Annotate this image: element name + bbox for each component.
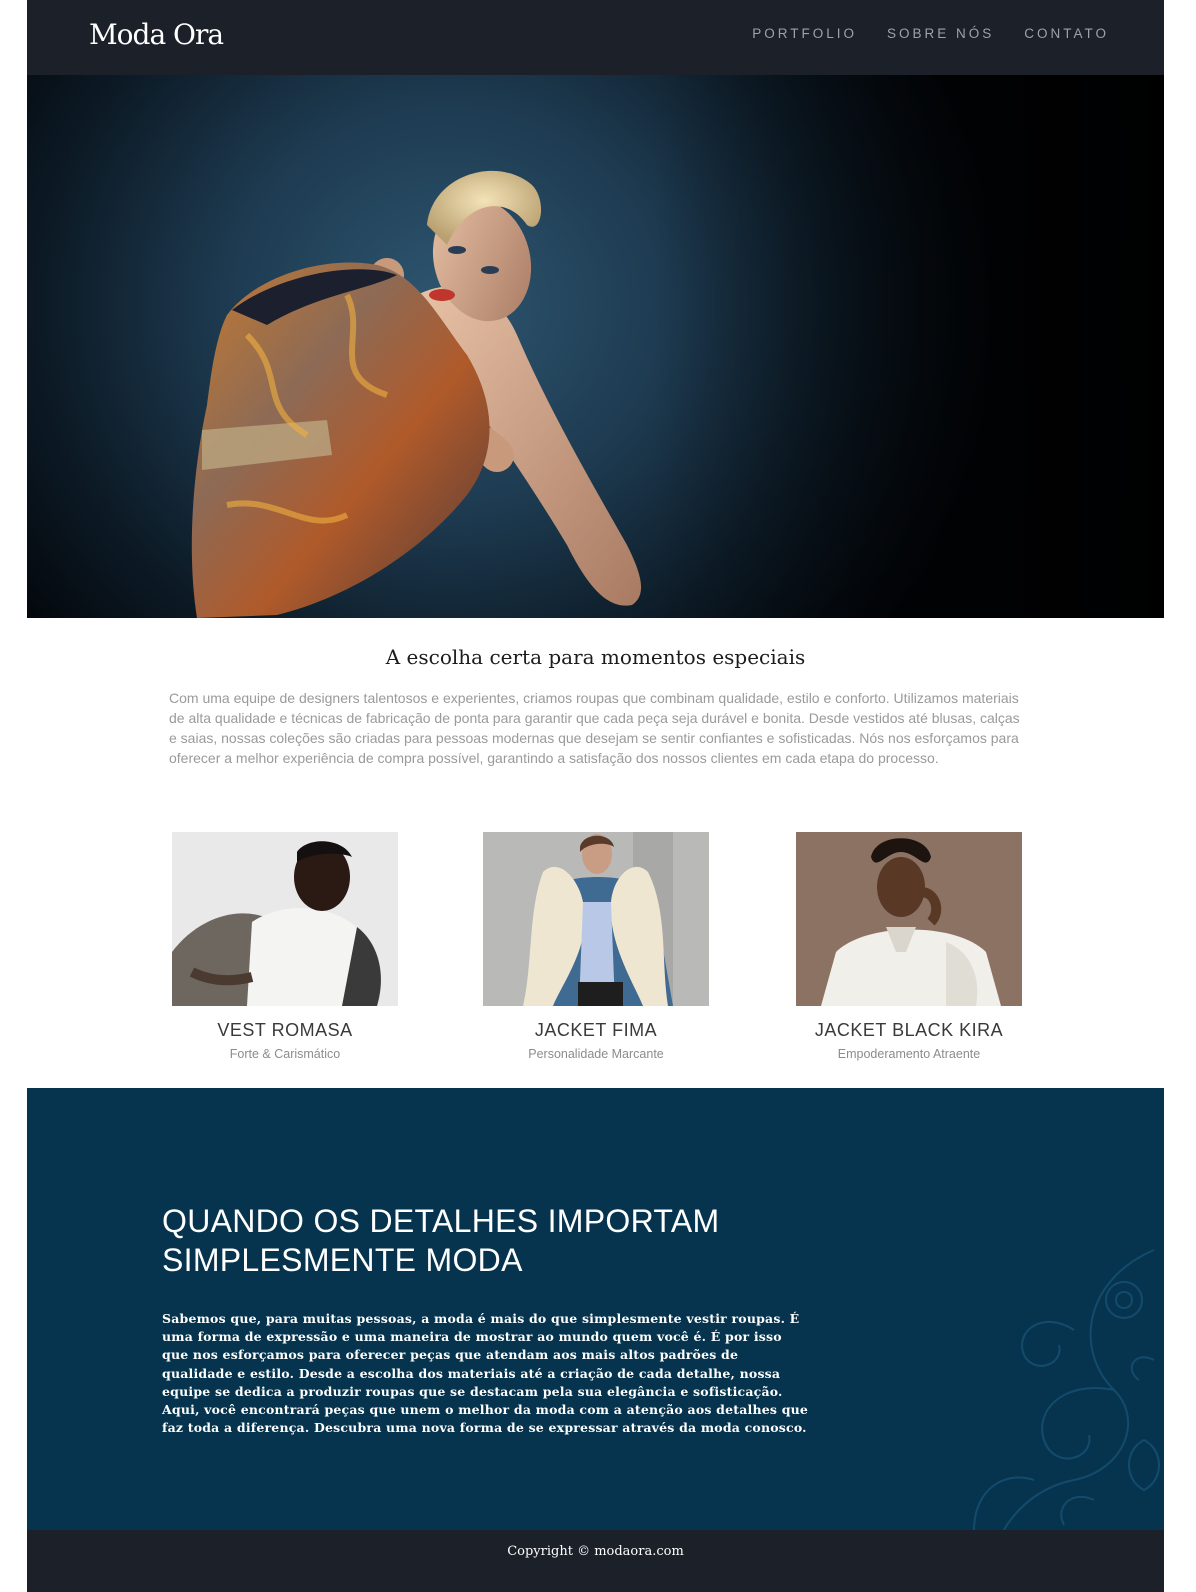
product-image-jacket-fima xyxy=(483,832,709,1006)
details-heading: QUANDO OS DETALHES IMPORTAM SIMPLESMENTE… xyxy=(162,1202,782,1280)
site-header: Moda Ora PORTFOLIO SOBRE NÓS CONTATO xyxy=(27,0,1164,75)
hero-banner xyxy=(27,75,1164,618)
details-heading-line-1: QUANDO OS DETALHES IMPORTAM xyxy=(162,1203,720,1239)
product-card[interactable]: VEST ROMASA Forte & Carismático xyxy=(172,832,398,1061)
floral-ornament-icon xyxy=(973,1249,1160,1530)
product-photo[interactable] xyxy=(796,832,1022,1006)
product-tagline: Personalidade Marcante xyxy=(528,1047,664,1061)
product-image-vest-romasa xyxy=(172,832,398,1006)
details-text: Sabemos que, para muitas pessoas, a moda… xyxy=(162,1311,809,1436)
details-heading-line-2: SIMPLESMENTE MODA xyxy=(162,1242,523,1278)
intro-title: A escolha certa para momentos especiais xyxy=(385,645,806,669)
nav-link-sobre-nos[interactable]: SOBRE NÓS xyxy=(887,26,994,41)
site-logo[interactable]: Moda Ora xyxy=(89,18,224,51)
main-nav: PORTFOLIO SOBRE NÓS CONTATO xyxy=(752,26,1109,41)
product-name[interactable]: JACKET FIMA xyxy=(483,1020,709,1041)
hero-model-image xyxy=(27,75,1164,618)
product-card[interactable]: JACKET FIMA Personalidade Marcante xyxy=(483,832,709,1061)
product-image-jacket-black-kira xyxy=(796,832,1022,1006)
product-photo[interactable] xyxy=(483,832,709,1006)
nav-link-portfolio[interactable]: PORTFOLIO xyxy=(752,26,857,41)
nav-link-contato[interactable]: CONTATO xyxy=(1024,26,1109,41)
product-photo[interactable] xyxy=(172,832,398,1006)
page: Moda Ora PORTFOLIO SOBRE NÓS CONTATO A e… xyxy=(27,0,1164,1592)
product-name[interactable]: JACKET BLACK KIRA xyxy=(796,1020,1022,1041)
product-name[interactable]: VEST ROMASA xyxy=(172,1020,398,1041)
product-card[interactable]: JACKET BLACK KIRA Empoderamento Atraente xyxy=(796,832,1022,1061)
product-tagline: Forte & Carismático xyxy=(229,1047,341,1061)
details-section: QUANDO OS DETALHES IMPORTAM SIMPLESMENTE… xyxy=(27,1088,1164,1530)
copyright-text: Copyright © modaora.com xyxy=(507,1544,684,1559)
site-footer: Copyright © modaora.com xyxy=(27,1530,1164,1592)
product-tagline: Empoderamento Atraente xyxy=(837,1047,981,1061)
intro-text: Com uma equipe de designers talentosos e… xyxy=(169,690,1020,766)
